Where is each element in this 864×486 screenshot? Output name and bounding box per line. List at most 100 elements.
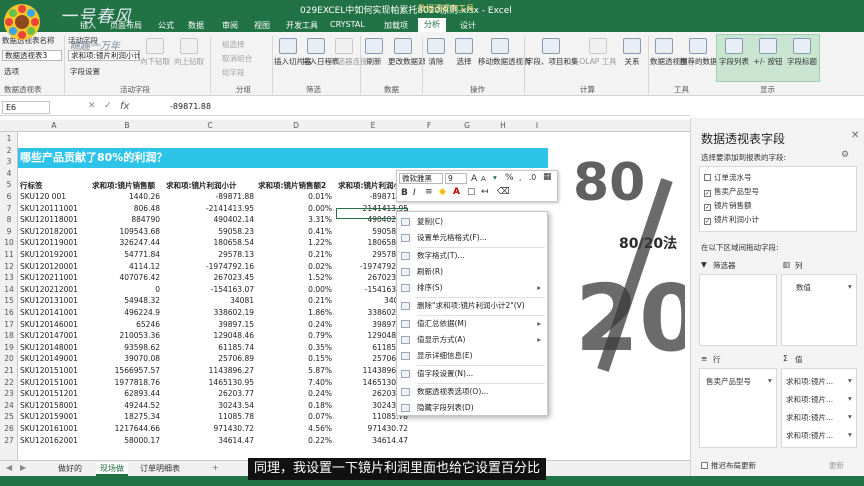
pivot-data-cell[interactable]: SKU120119001 [20,238,86,247]
row-header[interactable]: 7 [0,204,18,213]
decrease-decimal-icon[interactable]: ↤ [481,187,489,197]
prev-sheet-icon[interactable]: ◀ [6,463,12,472]
pivot-data-cell[interactable]: 1977818.76 [92,378,160,387]
pivot-data-cell[interactable]: 1440.26 [92,192,160,201]
row-header[interactable]: 22 [0,378,18,387]
row-header[interactable]: 4 [0,169,18,178]
chevron-down-icon[interactable]: ▾ [768,376,772,385]
context-menu-item[interactable]: 排序(S) ▸ [397,280,547,296]
pivot-header-cell[interactable]: 求和项:镜片销售额2 [258,180,336,191]
pivot-data-cell[interactable]: 54948.32 [92,296,160,305]
column-header[interactable]: E [336,121,410,130]
recommended-pivot-button[interactable]: 推荐的数据透视表 [680,38,740,67]
pivot-data-cell[interactable]: 3.31% [258,215,332,224]
column-header[interactable]: I [520,121,554,130]
pivot-data-cell[interactable]: 58000.17 [92,436,160,445]
checkbox-checked-icon[interactable]: ✓ [704,218,711,225]
pivot-data-cell[interactable]: SKU120147001 [20,331,86,340]
column-field-values[interactable]: 数值 [796,282,811,293]
context-menu-item[interactable]: 值显示方式(A) ▸ [397,332,547,348]
tab-view[interactable]: 视图 [254,20,270,31]
row-header[interactable]: 20 [0,354,18,363]
pivot-data-cell[interactable]: 267023.45 [166,273,254,282]
pivot-data-cell[interactable]: 1143896.27 [166,366,254,375]
field-item[interactable]: 订单流水号 [704,172,752,183]
font-size-select[interactable]: 9 [445,173,467,184]
pivot-data-cell[interactable]: 54771.84 [92,250,160,259]
pivot-data-cell[interactable]: SKU120111001 [20,204,86,213]
value-field[interactable]: 求和项:镜片... [786,394,833,405]
pivot-data-cell[interactable]: 129048.46 [166,331,254,340]
tab-crystal[interactable]: CRYSTAL [330,20,365,29]
pivot-data-cell[interactable]: 326247.44 [92,238,160,247]
pivot-data-cell[interactable]: 4114.12 [92,262,160,271]
pivot-data-cell[interactable]: 884790 [92,215,160,224]
group-field-button[interactable]: 组字段 [222,67,245,78]
chevron-down-icon[interactable]: ▾ [848,282,852,291]
row-header[interactable]: 24 [0,401,18,410]
italic-button[interactable]: I [413,188,416,198]
row-header[interactable]: 12 [0,262,18,271]
pivot-data-cell[interactable]: SKU120131001 [20,296,86,305]
pivot-data-cell[interactable]: 0.41% [258,227,332,236]
context-menu-item[interactable]: 删除"求和项:镜片利润小计2"(V) [397,298,547,314]
cancel-entry-icon[interactable]: ✕ [88,101,96,111]
column-header[interactable]: C [164,121,256,130]
context-menu-item[interactable]: 复制(C) [397,214,547,230]
filters-drop-area[interactable] [699,274,777,346]
row-header[interactable]: 9 [0,227,18,236]
pivot-data-cell[interactable]: SKU120151201 [20,389,86,398]
column-header[interactable]: G [448,121,486,130]
pivot-data-cell[interactable]: SKU120192001 [20,250,86,259]
insert-timeline-button[interactable]: 插入日程表 [302,38,340,67]
pivot-data-cell[interactable]: 971430.72 [338,424,408,433]
context-menu-item[interactable]: 值字段设置(N)... [397,366,547,382]
pivot-data-cell[interactable]: SKU120149001 [20,354,86,363]
tab-data[interactable]: 数据 [188,20,204,31]
pivot-data-cell[interactable]: 806.48 [92,204,160,213]
pivot-data-cell[interactable]: 0.00% [258,285,332,294]
pivot-data-cell[interactable]: 407076.42 [92,273,160,282]
row-header[interactable]: 19 [0,343,18,352]
row-field-product[interactable]: 售卖产品型号 [706,376,751,387]
context-menu-item[interactable]: 数据透视表选项(O)... [397,384,547,400]
row-header[interactable]: 5 [0,180,18,189]
drill-down-button[interactable]: 向下钻取 [140,38,170,67]
relationships-button[interactable]: 关系 [620,38,644,67]
column-header[interactable]: F [410,121,448,130]
pivot-data-cell[interactable]: SKU120 001 [20,192,86,201]
context-menu-item[interactable]: 隐藏字段列表(D) [397,400,547,416]
pivot-data-cell[interactable]: 496224.9 [92,308,160,317]
tab-analyze[interactable]: 分析 [418,18,446,32]
decrease-font-icon[interactable]: A [481,175,486,183]
pivot-data-cell[interactable]: 0.24% [258,320,332,329]
drill-up-button[interactable]: 向上钻取 [174,38,204,67]
row-header[interactable]: 14 [0,285,18,294]
field-settings-button[interactable]: 字段设置 [70,66,100,77]
pivot-data-cell[interactable]: SKU120162001 [20,436,86,445]
pivot-data-cell[interactable]: 0.22% [258,436,332,445]
pivot-data-cell[interactable]: -89871.88 [166,192,255,201]
checkbox-unchecked[interactable] [704,174,711,181]
row-header[interactable]: 26 [0,424,18,433]
row-header[interactable]: 27 [0,436,18,445]
pivot-data-cell[interactable]: 0 [92,285,160,294]
row-header[interactable]: 6 [0,192,18,201]
pivot-data-cell[interactable]: 49244.52 [92,401,160,410]
chevron-down-icon[interactable]: ▾ [848,394,852,403]
pivot-data-cell[interactable]: 65246 [92,320,160,329]
pivot-data-cell[interactable]: SKU120212001 [20,285,86,294]
context-menu-item[interactable]: 值汇总依据(M) ▸ [397,316,547,332]
pivot-data-cell[interactable]: 1.22% [258,238,332,247]
pivot-data-cell[interactable]: 338602.19 [166,308,254,317]
fields-items-button[interactable]: 字段、项目和集 [526,38,579,67]
pivot-data-cell[interactable]: 34081 [166,296,254,305]
next-sheet-icon[interactable]: ▶ [20,463,26,472]
rows-drop-area[interactable]: 售卖产品型号 ▾ [699,368,777,448]
pivot-data-cell[interactable]: 61185.74 [166,343,254,352]
pivot-name-input[interactable]: 数据透视表3 [2,50,62,61]
pivot-data-cell[interactable]: SKU120148001 [20,343,86,352]
tab-design[interactable]: 设计 [460,20,476,31]
pivot-data-cell[interactable]: SKU120151001 [20,366,86,375]
value-field[interactable]: 求和项:镜片... [786,430,833,441]
